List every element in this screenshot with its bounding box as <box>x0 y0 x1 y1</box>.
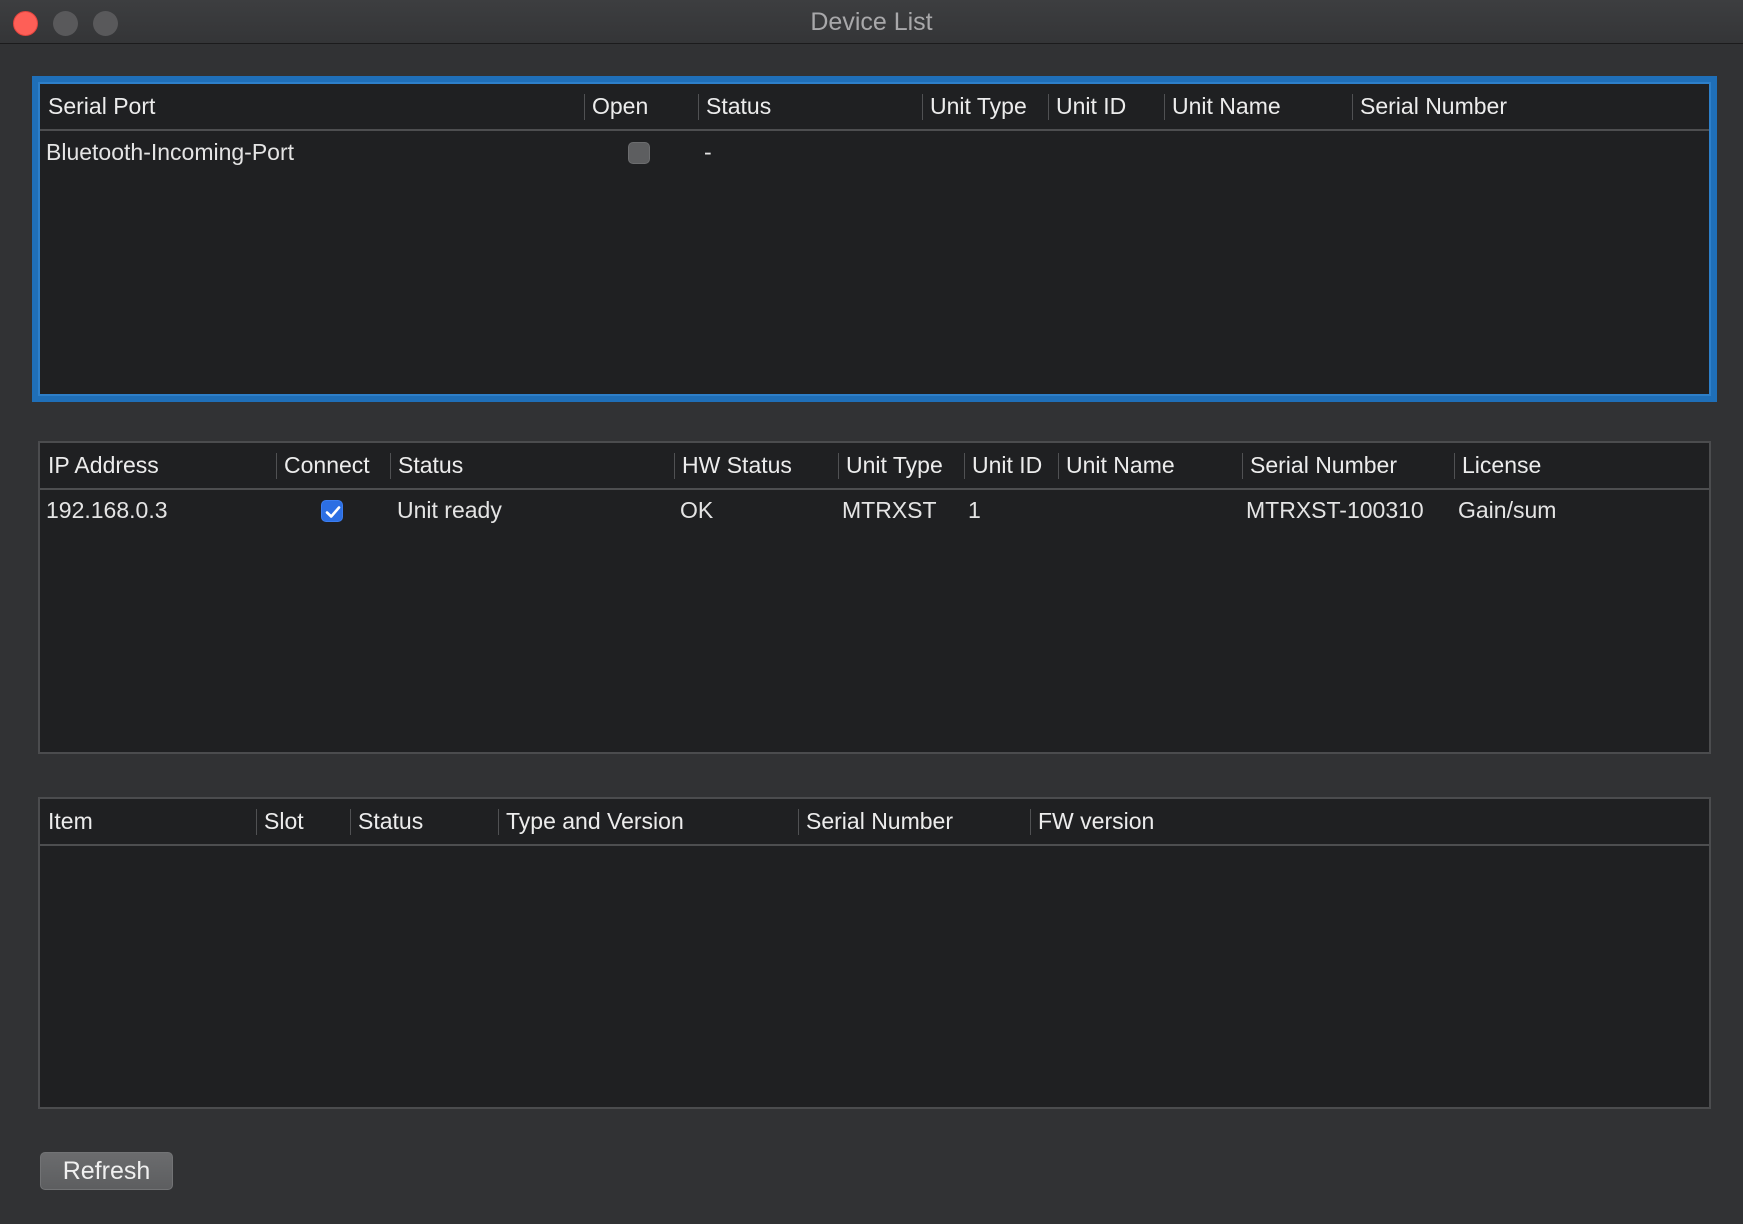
hw-status: OK <box>680 497 714 523</box>
column-header-open[interactable]: Open <box>584 84 698 129</box>
column-header-serial-port[interactable]: Serial Port <box>40 84 584 129</box>
column-header-item[interactable]: Item <box>40 799 256 844</box>
license: Gain/sum <box>1458 497 1557 523</box>
connect-checkbox[interactable] <box>321 500 343 522</box>
column-header-status[interactable]: Status <box>698 84 922 129</box>
column-header-serial-number[interactable]: Serial Number <box>1352 84 1652 129</box>
unit-type: MTRXST <box>842 497 937 523</box>
column-header-status[interactable]: Status <box>390 443 674 488</box>
column-header-serial-number[interactable]: Serial Number <box>798 799 1030 844</box>
refresh-button[interactable]: Refresh <box>40 1152 173 1190</box>
column-header-unit-name[interactable]: Unit Name <box>1058 443 1242 488</box>
column-header-ip-address[interactable]: IP Address <box>40 443 276 488</box>
column-header-hw-status[interactable]: HW Status <box>674 443 838 488</box>
checkmark-icon <box>325 506 341 518</box>
column-header-fw-version[interactable]: FW version <box>1030 799 1330 844</box>
ip-address: 192.168.0.3 <box>46 497 168 523</box>
module-items-table[interactable]: Item Slot Status Type and Version Serial… <box>38 797 1711 1109</box>
title-bar: Device List <box>0 0 1743 44</box>
serial-number: MTRXST-100310 <box>1246 497 1424 523</box>
window-title: Device List <box>810 8 933 36</box>
column-header-unit-name[interactable]: Unit Name <box>1164 84 1352 129</box>
ip-device-table[interactable]: IP Address Connect Status HW Status Unit… <box>38 441 1711 754</box>
column-header-serial-number[interactable]: Serial Number <box>1242 443 1454 488</box>
items-table-header: Item Slot Status Type and Version Serial… <box>40 799 1709 846</box>
column-header-unit-type[interactable]: Unit Type <box>838 443 964 488</box>
column-header-unit-type[interactable]: Unit Type <box>922 84 1048 129</box>
column-header-license[interactable]: License <box>1454 443 1654 488</box>
open-checkbox[interactable] <box>628 142 650 164</box>
serial-port-table[interactable]: Serial Port Open Status Unit Type Unit I… <box>32 76 1717 402</box>
serial-port-name: Bluetooth-Incoming-Port <box>46 139 295 165</box>
ip-table-header: IP Address Connect Status HW Status Unit… <box>40 443 1709 490</box>
serial-table-header: Serial Port Open Status Unit Type Unit I… <box>40 84 1709 131</box>
column-header-type-and-version[interactable]: Type and Version <box>498 799 798 844</box>
column-header-unit-id[interactable]: Unit ID <box>1048 84 1164 129</box>
column-header-slot[interactable]: Slot <box>256 799 350 844</box>
serial-status: - <box>704 139 712 165</box>
column-header-connect[interactable]: Connect <box>276 443 390 488</box>
connection-status: Unit ready <box>397 497 502 523</box>
unit-id: 1 <box>968 497 981 523</box>
column-header-status[interactable]: Status <box>350 799 498 844</box>
column-header-unit-id[interactable]: Unit ID <box>964 443 1058 488</box>
